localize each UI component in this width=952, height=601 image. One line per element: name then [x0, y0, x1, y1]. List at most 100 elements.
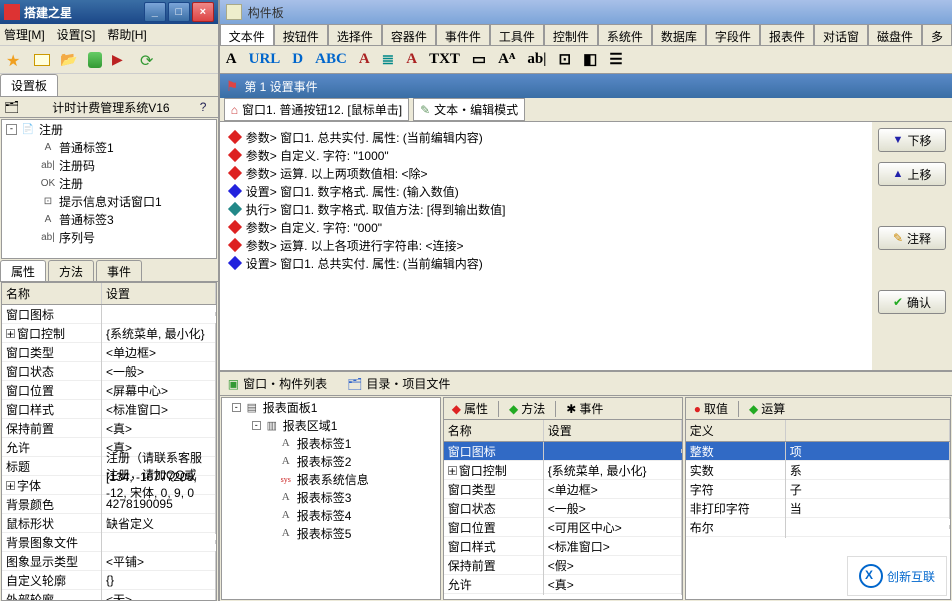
tab-event[interactable]: ✱事件	[558, 398, 611, 419]
tree-item[interactable]: A普通标签3	[2, 210, 216, 228]
property-row[interactable]: 背景颜色4278190095	[2, 495, 216, 514]
move-down-button[interactable]: ▼下移	[878, 128, 946, 152]
value-row[interactable]: 非打印字符当	[686, 499, 950, 518]
event-script-list[interactable]: 参数> 窗口1. 总共实付. 属性: (当前编辑内容)参数> 自定义. 字符: …	[220, 122, 872, 370]
refresh-icon[interactable]: ⟳	[140, 51, 158, 69]
component-tab[interactable]: 按钮件	[274, 24, 328, 45]
component-tool-icon[interactable]: ⊡	[559, 50, 572, 69]
event-line[interactable]: 参数> 窗口1. 总共实付. 属性: (当前编辑内容)	[230, 128, 862, 146]
component-tab[interactable]: 选择件	[328, 24, 382, 45]
help-icon[interactable]: ?	[200, 100, 214, 114]
database-icon[interactable]	[88, 52, 102, 68]
tab-properties[interactable]: 属性	[0, 260, 46, 281]
close-button[interactable]: ×	[192, 2, 214, 22]
tab-project-files[interactable]: 🗂目录・项目文件	[347, 375, 450, 392]
component-tool-icon[interactable]: TXT	[429, 51, 460, 68]
menu-settings[interactable]: 设置[S]	[57, 26, 96, 43]
menu-help[interactable]: 帮助[H]	[107, 26, 146, 43]
component-tool-icon[interactable]: A	[406, 51, 417, 68]
property-row[interactable]: 外部轮廓<无>	[2, 590, 216, 601]
property-row[interactable]: 图象显示类型<平铺>	[2, 552, 216, 571]
event-tab-2[interactable]: ✎ 文本・编辑模式	[413, 98, 525, 121]
property-row[interactable]: 背景图象文件	[2, 533, 216, 552]
component-tool-icon[interactable]: ▭	[472, 50, 486, 69]
component-tab[interactable]: 工具件	[490, 24, 544, 45]
component-tool-icon[interactable]: ABC	[315, 51, 347, 68]
event-line[interactable]: 设置> 窗口1. 总共实付. 属性: (当前编辑内容)	[230, 254, 862, 272]
component-tool-icon[interactable]: A	[359, 51, 370, 68]
tree-item[interactable]: -📄注册	[2, 120, 216, 138]
property-row[interactable]: 窗口类型<单边框>	[2, 343, 216, 362]
property-row[interactable]: 窗口样式<标准窗口>	[444, 537, 682, 556]
property-row[interactable]: 鼠标形状缺省定义	[2, 514, 216, 533]
component-tab[interactable]: 多	[922, 24, 952, 45]
menu-manage[interactable]: 管理[M]	[4, 26, 45, 43]
tab-value[interactable]: ●取值	[686, 398, 736, 419]
confirm-button[interactable]: ✔确认	[878, 290, 946, 314]
property-row[interactable]: 窗口位置<屏幕中心>	[2, 381, 216, 400]
comment-button[interactable]: ✎注释	[878, 226, 946, 250]
component-tab[interactable]: 事件件	[436, 24, 490, 45]
value-row[interactable]: 布尔	[686, 518, 950, 537]
tab-component-list[interactable]: ▣窗口・构件列表	[228, 375, 327, 392]
report-tree-item[interactable]: A报表标签5	[222, 524, 440, 542]
open-icon[interactable]: 📂	[60, 51, 78, 69]
property-row[interactable]: 窗口类型<单边框>	[444, 480, 682, 499]
property-row[interactable]: 保持前置<真>	[2, 419, 216, 438]
tab-methods[interactable]: 方法	[48, 260, 94, 281]
component-tool-icon[interactable]: A	[226, 51, 237, 68]
minimize-button[interactable]: _	[144, 2, 166, 22]
tree-item[interactable]: ⊡提示信息对话窗口1	[2, 192, 216, 210]
tab-method[interactable]: ◆方法	[501, 398, 553, 419]
property-row[interactable]: 窗口图标	[2, 305, 216, 324]
component-tab[interactable]: 报表件	[760, 24, 814, 45]
component-tool-icon[interactable]: ☰	[609, 50, 622, 69]
property-row[interactable]: 保持前置<假>	[444, 556, 682, 575]
component-tool-icon[interactable]: ≣	[382, 50, 395, 69]
property-grid[interactable]: 名称 设置 窗口图标+窗口控制{系统菜单, 最小化}窗口类型<单边框>窗口状态<…	[1, 282, 217, 601]
report-tree-item[interactable]: A报表标签4	[222, 506, 440, 524]
tab-events[interactable]: 事件	[96, 260, 142, 281]
report-tree-item[interactable]: -▤报表面板1	[222, 398, 440, 416]
property-grid-2[interactable]: ◆属性 ◆方法 ✱事件 名称 设置 窗口图标+窗口控制{系统菜单, 最小化}窗口…	[443, 397, 683, 600]
tree-item[interactable]: ab|序列号	[2, 228, 216, 246]
value-row[interactable]: 实数系	[686, 461, 950, 480]
report-tree-item[interactable]: sys报表系统信息	[222, 470, 440, 488]
event-line[interactable]: 执行> 窗口1. 数字格式. 取值方法: [得到输出数值]	[230, 200, 862, 218]
value-row[interactable]: 整数项	[686, 442, 950, 461]
report-tree[interactable]: -▤报表面板1-▥报表区域1A报表标签1A报表标签2sys报表系统信息A报表标签…	[221, 397, 441, 600]
event-line[interactable]: 参数> 运算. 以上各项进行字符串: <连接>	[230, 236, 862, 254]
component-tab[interactable]: 文本件	[220, 24, 274, 45]
property-row[interactable]: +窗口控制{系统菜单, 最小化}	[444, 461, 682, 480]
component-tab[interactable]: 字段件	[706, 24, 760, 45]
event-tab-1[interactable]: ⌂ 窗口1. 普通按钮12. [鼠标单击]	[224, 98, 409, 121]
component-tree[interactable]: -📄注册A普通标签1ab|注册码OK注册⊡提示信息对话窗口1A普通标签3ab|序…	[1, 119, 217, 259]
component-tool-icon[interactable]: D	[292, 51, 303, 68]
tree-item[interactable]: ab|注册码	[2, 156, 216, 174]
property-row[interactable]: +窗口控制{系统菜单, 最小化}	[2, 324, 216, 343]
property-row[interactable]: +字体[134, -16777208, -12, 宋体, 0, 9, 0	[2, 476, 216, 495]
star-icon[interactable]: ★	[6, 51, 24, 69]
value-row[interactable]: 字符子	[686, 480, 950, 499]
event-line[interactable]: 参数> 自定义. 字符: "1000"	[230, 146, 862, 164]
report-tree-item[interactable]: A报表标签3	[222, 488, 440, 506]
report-tree-item[interactable]: A报表标签1	[222, 434, 440, 452]
tab-settings-panel[interactable]: 设置板	[0, 74, 58, 96]
property-row[interactable]: 窗口状态<一般>	[444, 499, 682, 518]
property-row[interactable]: 窗口状态<一般>	[2, 362, 216, 381]
tree-item[interactable]: OK注册	[2, 174, 216, 192]
event-line[interactable]: 设置> 窗口1. 数字格式. 属性: (输入数值)	[230, 182, 862, 200]
component-tab[interactable]: 数据库	[652, 24, 706, 45]
property-row[interactable]: 窗口样式<标准窗口>	[2, 400, 216, 419]
play-icon[interactable]: ▶	[112, 51, 130, 69]
property-row[interactable]: 窗口位置<可用区中心>	[444, 518, 682, 537]
component-tool-icon[interactable]: URL	[249, 51, 281, 68]
event-line[interactable]: 参数> 自定义. 字符: "000"	[230, 218, 862, 236]
component-tool-icon[interactable]: ab|	[527, 51, 546, 68]
event-line[interactable]: 参数> 运算. 以上两项数值相: <除>	[230, 164, 862, 182]
component-tool-icon[interactable]: Aᴬ	[498, 51, 515, 68]
maximize-button[interactable]: □	[168, 2, 190, 22]
component-tab[interactable]: 对话窗	[814, 24, 868, 45]
tab-calc[interactable]: ◆运算	[741, 398, 793, 419]
component-tab[interactable]: 磁盘件	[868, 24, 922, 45]
